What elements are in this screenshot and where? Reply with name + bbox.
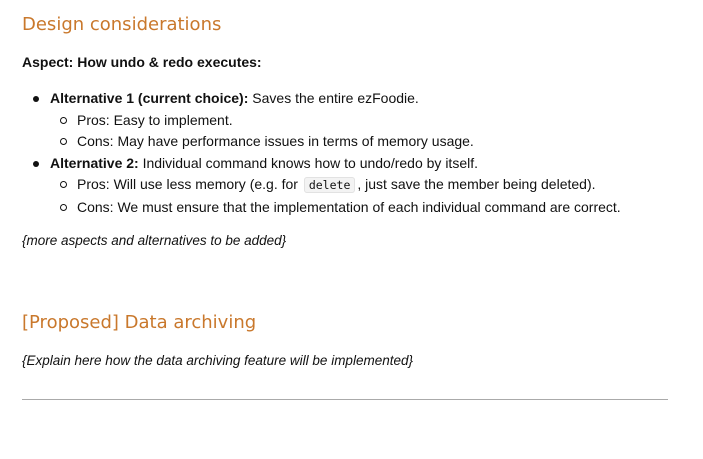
heading-design-considerations: Design considerations xyxy=(22,14,222,35)
alternative-2-pros-before: Pros: Will use less memory (e.g. for xyxy=(77,176,302,192)
aspect-label: Aspect: How undo & redo executes: xyxy=(22,54,262,70)
alternative-2: Alternative 2: Individual command knows … xyxy=(22,153,621,219)
data-archiving-note: {Explain here how the data archiving fea… xyxy=(22,353,413,368)
alternative-2-pros-after: , just save the member being deleted). xyxy=(357,176,596,192)
alternative-1-label: Alternative 1 (current choice): xyxy=(50,90,249,106)
alternative-2-details: Pros: Will use less memory (e.g. for del… xyxy=(50,174,621,218)
alternative-1-details: Pros: Easy to implement. Cons: May have … xyxy=(50,110,621,153)
alternative-1: Alternative 1 (current choice): Saves th… xyxy=(22,88,621,153)
delete-command-code: delete xyxy=(303,177,356,193)
alternative-2-description: Individual command knows how to undo/red… xyxy=(138,154,478,171)
alternative-2-label: Alternative 2: xyxy=(50,154,139,171)
alternatives-list: Alternative 1 (current choice): Saves th… xyxy=(22,88,621,218)
alternative-1-pros: Pros: Easy to implement. xyxy=(50,110,621,132)
more-aspects-note: {more aspects and alternatives to be add… xyxy=(22,233,287,248)
alternative-1-cons: Cons: May have performance issues in ter… xyxy=(50,131,621,153)
heading-data-archiving: [Proposed] Data archiving xyxy=(22,312,257,333)
alternative-2-cons: Cons: We must ensure that the implementa… xyxy=(50,197,621,219)
alternative-1-description: Saves the entire ezFoodie. xyxy=(248,90,419,106)
horizontal-rule xyxy=(22,399,668,400)
alternative-2-pros: Pros: Will use less memory (e.g. for del… xyxy=(50,174,621,197)
